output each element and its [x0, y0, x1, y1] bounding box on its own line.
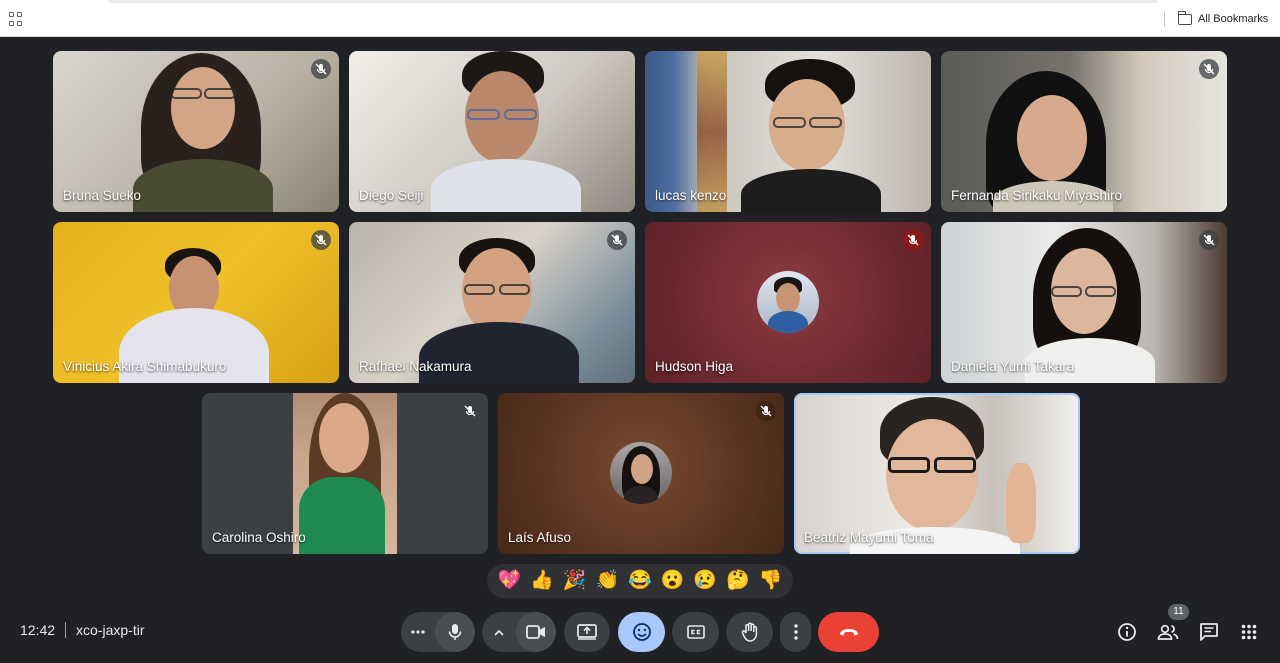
mic-muted-icon [903, 230, 923, 250]
participant-count-badge: 11 [1168, 604, 1189, 620]
all-bookmarks-button[interactable]: All Bookmarks [1177, 10, 1269, 27]
chat-icon [1200, 623, 1218, 641]
captions-icon [686, 625, 705, 639]
more-options-button[interactable] [780, 612, 811, 652]
participant-tile[interactable]: Beatriz Mayumi Toma [794, 393, 1080, 554]
participant-name: Beatriz Mayumi Toma [804, 530, 934, 545]
participant-tile[interactable]: Carolina Oshiro [202, 393, 488, 554]
microphone-icon [448, 624, 462, 640]
present-screen-button[interactable] [564, 612, 610, 652]
leave-call-button[interactable] [818, 612, 879, 652]
participant-name: Daniela Yumi Takara [951, 359, 1075, 374]
participant-tile[interactable]: Bruna Sueko [53, 51, 339, 212]
participant-avatar [610, 442, 672, 504]
activities-grid-icon [1241, 624, 1257, 640]
participant-name: Laís Afuso [508, 530, 572, 545]
video-options-button[interactable] [482, 612, 516, 652]
bookmarks-divider [1164, 11, 1165, 27]
mic-muted-icon [607, 230, 627, 250]
emoji-icon [632, 623, 651, 641]
participant-tile[interactable]: lucas kenzo [645, 51, 931, 212]
reaction-party[interactable]: 🎉 [561, 567, 589, 595]
chat-button[interactable] [1197, 620, 1221, 644]
reaction-clap[interactable]: 👏 [593, 567, 621, 595]
meeting-code: xco-jaxp-tir [76, 622, 145, 638]
address-bar-edge [108, 0, 1158, 3]
microphone-button[interactable] [435, 612, 475, 652]
raise-hand-icon [741, 622, 757, 642]
info-icon [1118, 623, 1136, 641]
reactions-button[interactable] [618, 612, 665, 652]
present-screen-icon [577, 624, 597, 640]
meeting-details-button[interactable] [1115, 620, 1139, 644]
audio-control-group [401, 612, 475, 652]
participant-avatar [757, 271, 819, 333]
meeting-time: 12:42 [20, 622, 56, 638]
participant-name: Hudson Higa [655, 359, 734, 374]
reaction-thumbs-down[interactable]: 👎 [757, 567, 785, 595]
reaction-thumbs-up[interactable]: 👍 [528, 567, 556, 595]
folder-icon [1177, 10, 1192, 25]
hang-up-icon [839, 629, 858, 636]
reaction-heart[interactable]: 💖 [495, 567, 523, 595]
chevron-up-icon [494, 629, 504, 636]
people-icon [1157, 624, 1179, 640]
reaction-sad[interactable]: 😢 [691, 567, 719, 595]
participant-name: Fernanda Sirikaku Miyashiro [951, 188, 1123, 203]
more-dots-icon [411, 630, 425, 634]
camera-button[interactable] [516, 612, 556, 652]
mic-muted-icon [1199, 230, 1219, 250]
mic-muted-icon [460, 401, 480, 421]
mic-muted-icon [1199, 59, 1219, 79]
apps-grid-icon[interactable] [9, 12, 23, 26]
reaction-surprised[interactable]: 😮 [659, 567, 687, 595]
more-vert-icon [793, 624, 798, 640]
mic-muted-icon [311, 230, 331, 250]
activities-button[interactable] [1237, 620, 1261, 644]
meeting-info: 12:42 xco-jaxp-tir [20, 622, 145, 638]
audio-options-button[interactable] [401, 612, 435, 652]
meeting-info-divider [65, 622, 67, 638]
reactions-bar: 💖 👍 🎉 👏 😂 😮 😢 🤔 👎 [487, 564, 793, 598]
participant-name: lucas kenzo [655, 188, 727, 203]
participant-tile[interactable]: Hudson Higa [645, 222, 931, 383]
mic-muted-icon [756, 401, 776, 421]
browser-bookmarks-bar: All Bookmarks [0, 0, 1280, 37]
captions-button[interactable] [672, 612, 719, 652]
participant-tile[interactable]: Diego Seiji [349, 51, 635, 212]
all-bookmarks-label: All Bookmarks [1198, 13, 1269, 25]
people-button[interactable] [1156, 620, 1180, 644]
participant-name: Bruna Sueko [63, 188, 142, 203]
mic-muted-icon [311, 59, 331, 79]
participant-name: Rafhael Nakamura [359, 359, 472, 374]
video-control-group [482, 612, 556, 652]
participant-tile[interactable]: Rafhael Nakamura [349, 222, 635, 383]
participant-tile[interactable]: Fernanda Sirikaku Miyashiro [941, 51, 1227, 212]
participant-tile[interactable]: Laís Afuso [498, 393, 784, 554]
participant-name: Carolina Oshiro [212, 530, 306, 545]
raise-hand-button[interactable] [726, 612, 773, 652]
participant-name: Vinicius Akira Shimabukuro [63, 359, 227, 374]
camera-icon [526, 625, 545, 639]
reaction-thinking[interactable]: 🤔 [724, 567, 752, 595]
participant-name: Diego Seiji [359, 188, 424, 203]
participant-tile[interactable]: Vinicius Akira Shimabukuro [53, 222, 339, 383]
participant-tile[interactable]: Daniela Yumi Takara [941, 222, 1227, 383]
reaction-laugh[interactable]: 😂 [626, 567, 654, 595]
